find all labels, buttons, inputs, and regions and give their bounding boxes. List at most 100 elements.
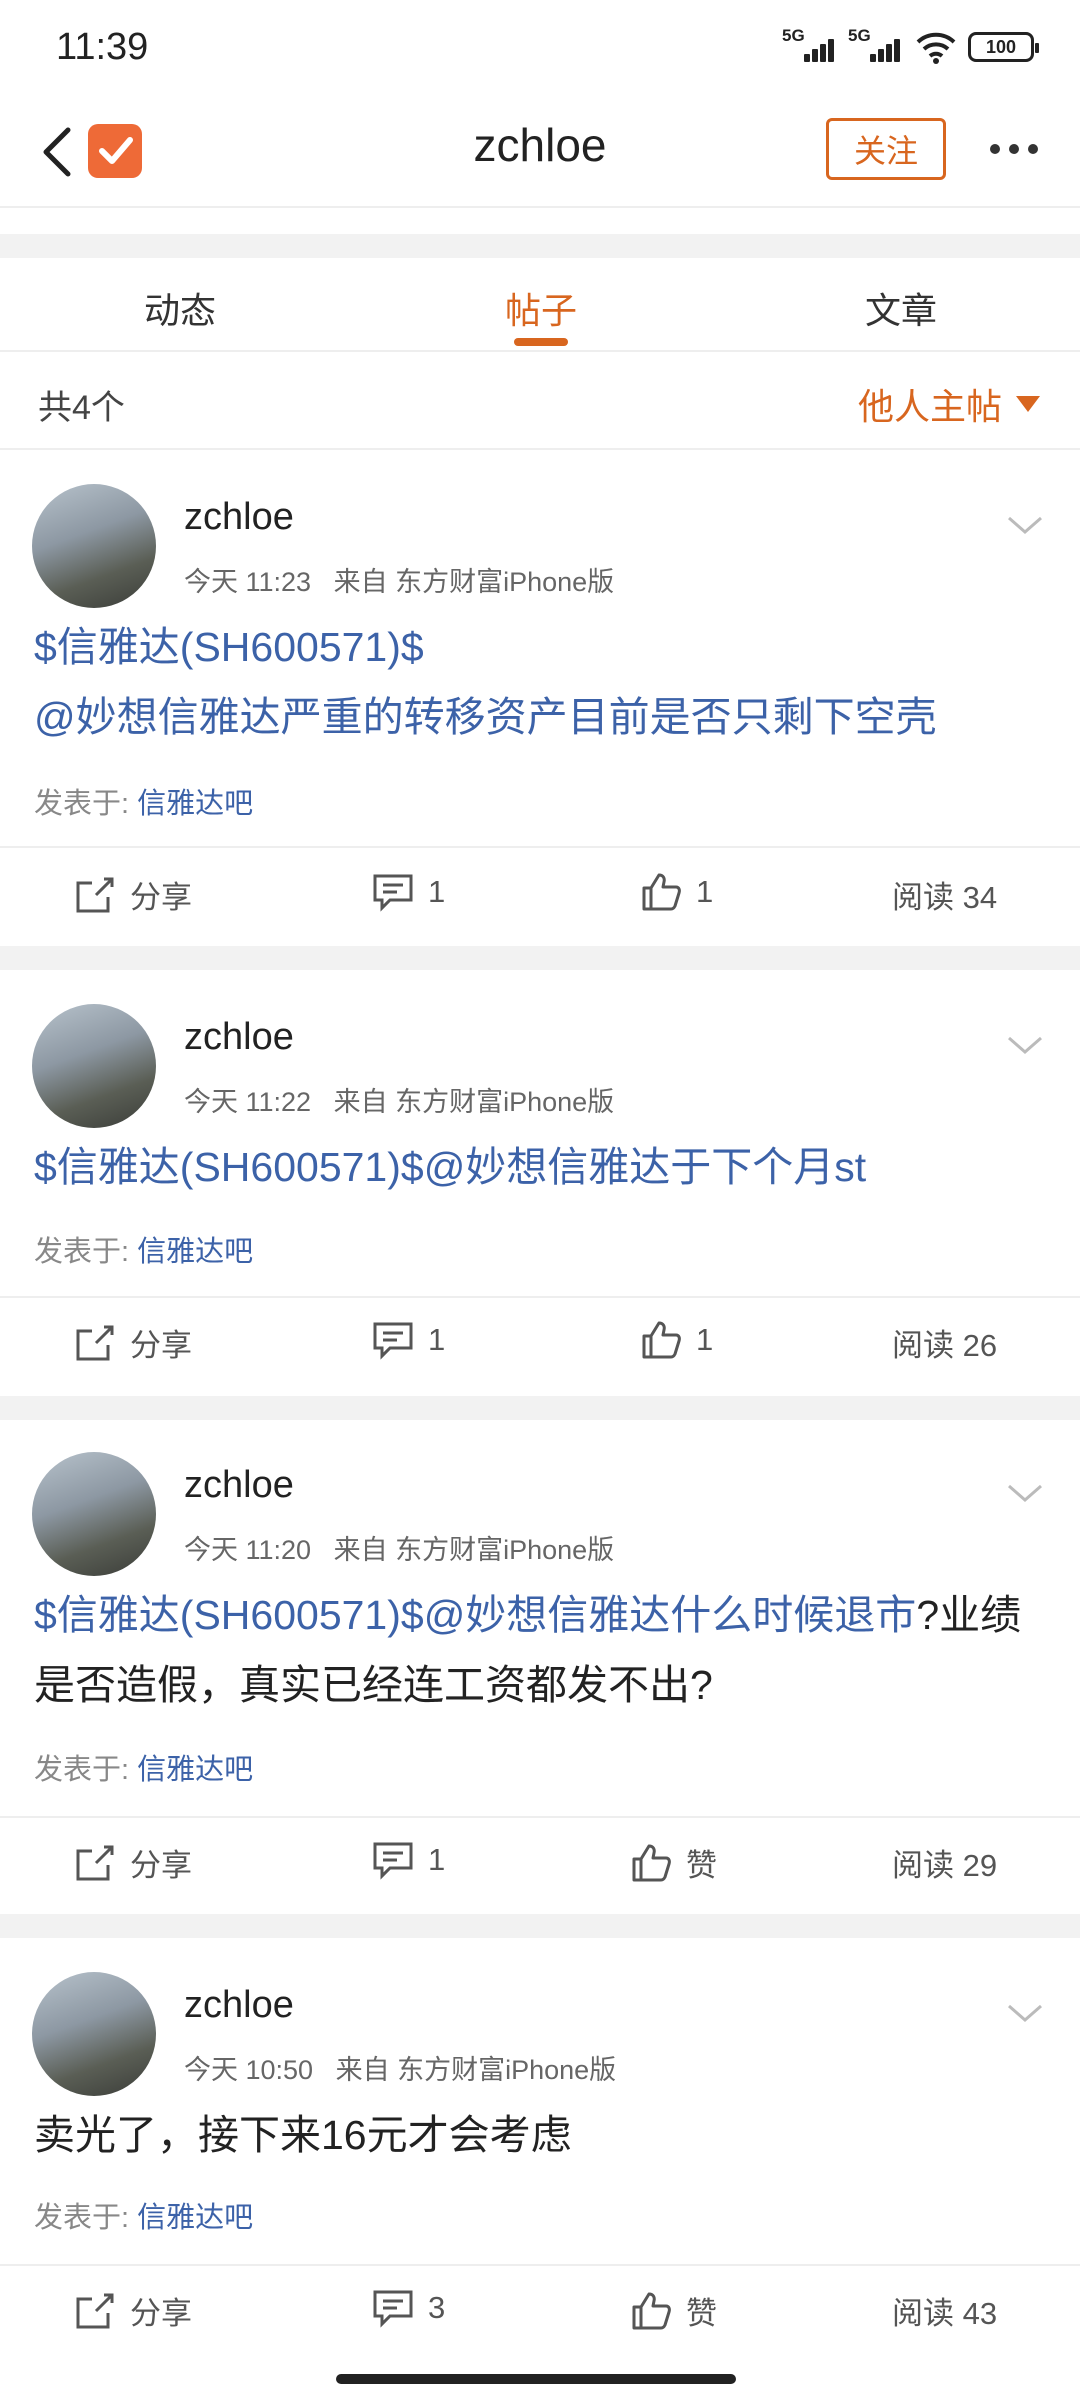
chevron-down-icon[interactable] [1006, 1034, 1044, 1058]
posted-in-label: 发表于: [34, 2202, 130, 2234]
author-name[interactable]: zchloe [184, 1464, 294, 1507]
mention-link[interactable]: @妙想信雅达什么时候退市 [424, 1592, 917, 1638]
like-icon [632, 1844, 671, 1881]
posted-in-label: 发表于: [34, 788, 130, 820]
posted-in-label: 发表于: [34, 1754, 130, 1786]
like-label: 赞 [686, 2296, 717, 2331]
share-label: 分享 [130, 2296, 192, 2331]
author-name[interactable]: zchloe [184, 496, 294, 539]
avatar[interactable] [32, 1972, 156, 2096]
author-name[interactable]: zchloe [184, 1984, 294, 2027]
share-button[interactable]: 分享 [74, 1840, 192, 1885]
post-text: 卖光了，接下来16元才会考虑 [34, 2112, 572, 2158]
share-icon [76, 2293, 114, 2328]
home-indicator[interactable] [336, 2374, 736, 2384]
like-label: 赞 [686, 1848, 717, 1883]
post-content[interactable]: $信雅达(SH600571)$ @妙想信雅达严重的转移资产目前是否只剩下空壳 [34, 612, 1054, 752]
forum-link[interactable]: 信雅达吧 [137, 1754, 253, 1786]
more-icon[interactable] [984, 144, 1044, 158]
mention-link[interactable]: @妙想信雅达严重的转移资产目前是否只剩下空壳 [34, 694, 937, 740]
filter-label: 他人主帖 [857, 386, 1002, 427]
section-gap [0, 946, 1080, 970]
post-card[interactable]: zchloe 今天 11:22 来自 东方财富iPhone版 $信雅达(SH60… [0, 970, 1080, 1394]
share-icon [76, 1325, 114, 1360]
like-button[interactable]: 赞 [630, 1840, 717, 1885]
chevron-down-icon[interactable] [1006, 514, 1044, 538]
like-button[interactable]: 赞 [630, 2288, 717, 2333]
post-time: 今天 11:22 [184, 1087, 312, 1117]
comment-icon [373, 2290, 413, 2328]
post-source: 来自 东方财富iPhone版 [333, 1087, 615, 1117]
chevron-down-icon[interactable] [1006, 2002, 1044, 2026]
comment-button[interactable]: 1 [372, 872, 445, 912]
post-meta: 今天 11:23 来自 东方财富iPhone版 [184, 560, 614, 599]
posted-in: 发表于: 信雅达吧 [34, 1228, 253, 1270]
share-button[interactable]: 分享 [74, 1320, 192, 1365]
comment-button[interactable]: 1 [372, 1320, 445, 1360]
posted-in: 发表于: 信雅达吧 [34, 1746, 253, 1788]
status-time: 11:39 [56, 26, 149, 68]
post-source: 来自 东方财富iPhone版 [333, 1535, 615, 1565]
forum-link[interactable]: 信雅达吧 [137, 2202, 253, 2234]
tab-bar: 动态 帖子 文章 [0, 260, 1080, 352]
posted-in: 发表于: 信雅达吧 [34, 780, 253, 822]
stock-tag-link[interactable]: $信雅达(SH600571)$ [34, 624, 424, 670]
share-label: 分享 [130, 1328, 192, 1363]
post-content[interactable]: $信雅达(SH600571)$@妙想信雅达于下个月st [34, 1132, 1054, 1202]
comment-count: 1 [428, 1322, 446, 1357]
post-card[interactable]: zchloe 今天 11:20 来自 东方财富iPhone版 $信雅达(SH60… [0, 1420, 1080, 1912]
like-icon [632, 2292, 671, 2329]
read-count: 阅读 34 [892, 880, 998, 915]
post-content[interactable]: 卖光了，接下来16元才会考虑 [34, 2100, 1054, 2170]
mention-link[interactable]: @妙想信雅达于下个月st [424, 1144, 867, 1190]
comment-icon [373, 874, 413, 912]
avatar[interactable] [32, 1452, 156, 1576]
comment-icon [373, 1322, 413, 1360]
read-count: 阅读 29 [892, 1848, 998, 1883]
status-indicators: 5G 5G 100 [782, 26, 1039, 64]
post-time: 今天 10:50 [184, 2055, 314, 2085]
post-time: 今天 11:23 [184, 567, 312, 597]
post-content[interactable]: $信雅达(SH600571)$@妙想信雅达什么时候退市?业绩是否造假，真实已经连… [34, 1580, 1054, 1720]
signal-icon: 5G [782, 26, 838, 64]
tab-articles[interactable]: 文章 [801, 282, 1001, 334]
like-icon [642, 1321, 681, 1359]
post-card[interactable]: zchloe 今天 11:23 来自 东方财富iPhone版 $信雅达(SH60… [0, 452, 1080, 944]
forum-link[interactable]: 信雅达吧 [137, 1236, 253, 1268]
comment-button[interactable]: 3 [372, 2288, 445, 2328]
author-name[interactable]: zchloe [184, 1016, 294, 1059]
share-icon [76, 1845, 114, 1880]
post-meta: 今天 10:50 来自 东方财富iPhone版 [184, 2048, 616, 2087]
post-time: 今天 11:20 [184, 1535, 312, 1565]
post-meta: 今天 11:22 来自 东方财富iPhone版 [184, 1080, 614, 1119]
tab-activity[interactable]: 动态 [80, 282, 280, 334]
read-count: 阅读 26 [892, 1328, 998, 1363]
section-gap [0, 1914, 1080, 1938]
post-source: 来自 东方财富iPhone版 [333, 567, 615, 597]
like-button[interactable]: 1 [640, 872, 713, 912]
divider [0, 1296, 1080, 1298]
chevron-down-icon[interactable] [1006, 1482, 1044, 1506]
forum-link[interactable]: 信雅达吧 [137, 788, 253, 820]
comment-count: 1 [428, 1842, 446, 1877]
post-card[interactable]: zchloe 今天 10:50 来自 东方财富iPhone版 卖光了，接下来16… [0, 1938, 1080, 2400]
stock-tag-link[interactable]: $信雅达(SH600571)$ [34, 1144, 424, 1190]
like-count: 1 [696, 874, 714, 909]
posted-in-label: 发表于: [34, 1236, 130, 1268]
post-count: 共4个 [38, 389, 125, 427]
list-header: 共4个 他人主帖 [0, 354, 1080, 450]
signal-icon: 5G [848, 26, 904, 64]
comment-button[interactable]: 1 [372, 1840, 445, 1880]
share-label: 分享 [130, 1848, 192, 1883]
share-button[interactable]: 分享 [74, 872, 192, 917]
share-button[interactable]: 分享 [74, 2288, 192, 2333]
follow-button[interactable]: 关注 [826, 118, 946, 180]
tab-posts[interactable]: 帖子 [441, 282, 641, 334]
comment-count: 3 [428, 2290, 446, 2325]
post-filter-dropdown[interactable]: 他人主帖 [858, 378, 1040, 430]
like-count: 1 [696, 1322, 714, 1357]
avatar[interactable] [32, 484, 156, 608]
avatar[interactable] [32, 1004, 156, 1128]
like-button[interactable]: 1 [640, 1320, 713, 1360]
stock-tag-link[interactable]: $信雅达(SH600571)$ [34, 1592, 424, 1638]
